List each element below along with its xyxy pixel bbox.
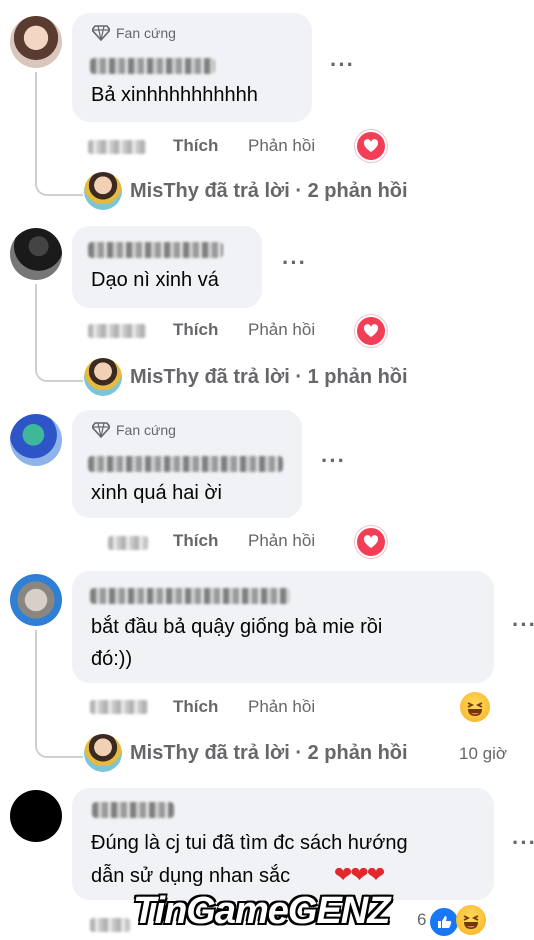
like-button[interactable]: Thích: [173, 531, 218, 551]
heart-emoji: ❤❤❤: [334, 862, 385, 887]
more-icon[interactable]: ···: [282, 250, 307, 276]
heart-reaction-icon[interactable]: [355, 130, 387, 162]
reply-summary: MisThy đã trả lời · 2 phản hồi: [130, 179, 408, 202]
timestamp[interactable]: [88, 324, 146, 338]
avatar[interactable]: [10, 414, 62, 466]
reply-button[interactable]: Phản hồi: [248, 531, 315, 551]
avatar[interactable]: [10, 574, 62, 626]
more-icon[interactable]: ···: [321, 448, 346, 474]
like-button[interactable]: Thích: [173, 136, 218, 156]
comment-text-line-1: bắt đầu bả quậy giống bà mie rồi: [91, 616, 383, 638]
commenter-name[interactable]: [88, 242, 223, 258]
heart-reaction-icon[interactable]: [355, 315, 387, 347]
timestamp[interactable]: [90, 918, 130, 932]
avatar: [84, 358, 122, 396]
reply-thread-line: [35, 630, 83, 758]
comment-text: Bả xinhhhhhhhhhh: [91, 84, 258, 106]
commenter-name[interactable]: [90, 58, 215, 74]
diamond-icon: [92, 25, 110, 41]
diamond-icon: [92, 422, 110, 438]
avatar: [84, 734, 122, 772]
avatar: [84, 172, 122, 210]
timestamp[interactable]: [90, 700, 148, 714]
badge-label: Fan cứng: [116, 422, 176, 438]
fan-badge: Fan cứng: [92, 25, 176, 41]
comment-text: Dạo nì xinh vá: [91, 269, 219, 291]
reply-thread-line: [35, 284, 83, 382]
reply-thread-line: [35, 72, 83, 196]
reply-summary: MisThy đã trả lời · 2 phản hồi: [130, 741, 408, 764]
more-icon[interactable]: ···: [512, 612, 534, 638]
reply-button[interactable]: Phản hồi: [248, 320, 315, 340]
commenter-name[interactable]: [88, 456, 283, 472]
comment-text: xinh quá hai ời: [91, 482, 222, 504]
reaction-count[interactable]: 6: [417, 910, 426, 930]
view-replies-link[interactable]: MisThy đã trả lời · 2 phản hồi: [84, 734, 408, 772]
view-replies-link[interactable]: MisThy đã trả lời · 2 phản hồi: [84, 172, 408, 210]
avatar[interactable]: [10, 228, 62, 280]
comment-text-line-2: dẫn sử dụng nhan sắc: [91, 865, 291, 887]
haha-reaction-icon[interactable]: [460, 692, 490, 722]
avatar[interactable]: [10, 16, 62, 68]
comment-text-line-1: Đúng là cj tui đã tìm đc sách hướng: [91, 832, 408, 854]
timestamp[interactable]: [88, 140, 146, 154]
comment-text-line-2: đó:)): [91, 648, 133, 670]
like-button[interactable]: Thích: [173, 697, 218, 717]
commenter-name[interactable]: [92, 802, 174, 818]
haha-reaction-icon[interactable]: [456, 905, 486, 935]
reply-summary: MisThy đã trả lời · 1 phản hồi: [130, 365, 408, 388]
view-replies-link[interactable]: MisThy đã trả lời · 1 phản hồi: [84, 358, 408, 396]
timestamp[interactable]: [108, 536, 148, 550]
commenter-name[interactable]: [90, 588, 290, 604]
watermark-logo: TinGameGENZ: [133, 890, 390, 932]
like-button[interactable]: Thích: [173, 320, 218, 340]
avatar[interactable]: [10, 790, 62, 842]
more-icon[interactable]: ···: [330, 52, 355, 78]
reply-button[interactable]: Phản hồi: [248, 136, 315, 156]
badge-label: Fan cứng: [116, 25, 176, 41]
reply-timestamp: 10 giờ: [459, 744, 508, 763]
fan-badge: Fan cứng: [92, 422, 176, 438]
reply-button[interactable]: Phản hồi: [248, 697, 315, 717]
more-icon[interactable]: ···: [512, 830, 534, 856]
heart-reaction-icon[interactable]: [355, 526, 387, 558]
